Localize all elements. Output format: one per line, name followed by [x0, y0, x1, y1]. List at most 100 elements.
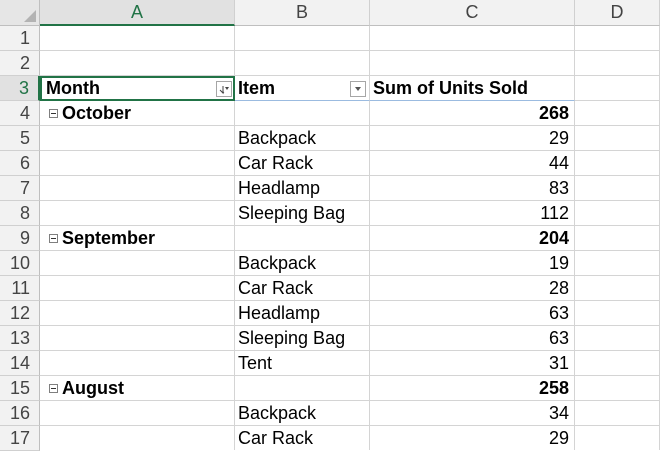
pivot-item-value[interactable]: 83 [370, 176, 575, 201]
pivot-header-month[interactable]: Month [40, 76, 235, 101]
pivot-item-label[interactable]: Car Rack [235, 151, 370, 176]
sheet-row-2 [40, 51, 660, 76]
cell[interactable] [40, 126, 235, 151]
cell[interactable] [40, 351, 235, 376]
cell[interactable] [40, 151, 235, 176]
row-header[interactable]: 8 [0, 201, 40, 226]
row-header[interactable]: 14 [0, 351, 40, 376]
column-header-d[interactable]: D [575, 0, 660, 26]
row-header[interactable]: 12 [0, 301, 40, 326]
pivot-item-row: Car Rack 44 [40, 151, 660, 176]
pivot-item-value[interactable]: 28 [370, 276, 575, 301]
cell[interactable] [575, 376, 660, 401]
pivot-item-value[interactable]: 34 [370, 401, 575, 426]
row-header[interactable]: 6 [0, 151, 40, 176]
row-header[interactable]: 11 [0, 276, 40, 301]
cell[interactable] [575, 126, 660, 151]
row-header[interactable]: 7 [0, 176, 40, 201]
row-header[interactable]: 13 [0, 326, 40, 351]
cell[interactable] [40, 426, 235, 450]
cell[interactable] [575, 101, 660, 126]
cell[interactable] [235, 101, 370, 126]
pivot-item-label[interactable]: Sleeping Bag [235, 326, 370, 351]
cell[interactable] [40, 201, 235, 226]
pivot-item-value[interactable]: 63 [370, 326, 575, 351]
filter-dropdown-icon[interactable] [350, 81, 366, 97]
pivot-item-label[interactable]: Backpack [235, 126, 370, 151]
cell[interactable] [235, 226, 370, 251]
pivot-item-label[interactable]: Backpack [235, 401, 370, 426]
pivot-item-value[interactable]: 112 [370, 201, 575, 226]
row-header[interactable]: 2 [0, 51, 40, 76]
pivot-item-label[interactable]: Tent [235, 351, 370, 376]
row-header[interactable]: 15 [0, 376, 40, 401]
pivot-item-value[interactable]: 31 [370, 351, 575, 376]
cell[interactable] [40, 26, 235, 51]
pivot-item-label[interactable]: Backpack [235, 251, 370, 276]
pivot-item-value[interactable]: 29 [370, 426, 575, 450]
pivot-header-sum[interactable]: Sum of Units Sold [370, 76, 575, 101]
pivot-group-label[interactable]: August [40, 376, 235, 401]
column-header-a[interactable]: A [40, 0, 235, 26]
cell[interactable] [575, 426, 660, 450]
row-header[interactable]: 9 [0, 226, 40, 251]
pivot-item-value[interactable]: 19 [370, 251, 575, 276]
row-header[interactable]: 10 [0, 251, 40, 276]
pivot-group-total[interactable]: 258 [370, 376, 575, 401]
cell[interactable] [575, 326, 660, 351]
cell[interactable] [40, 401, 235, 426]
pivot-item-value[interactable]: 63 [370, 301, 575, 326]
cell[interactable] [575, 351, 660, 376]
row-header[interactable]: 16 [0, 401, 40, 426]
pivot-group-label[interactable]: October [40, 101, 235, 126]
collapse-minus-icon[interactable] [49, 233, 58, 243]
column-header-c[interactable]: C [370, 0, 575, 26]
cell[interactable] [40, 326, 235, 351]
cell[interactable] [235, 376, 370, 401]
select-all-button[interactable] [0, 0, 40, 26]
cell[interactable] [575, 251, 660, 276]
cell[interactable] [235, 26, 370, 51]
collapse-minus-icon[interactable] [49, 383, 58, 393]
cell[interactable] [575, 301, 660, 326]
cell[interactable] [575, 226, 660, 251]
row-header[interactable]: 1 [0, 26, 40, 51]
pivot-item-label[interactable]: Headlamp [235, 301, 370, 326]
cell[interactable] [40, 301, 235, 326]
sort-filter-icon[interactable] [216, 81, 232, 97]
row-header[interactable]: 4 [0, 101, 40, 126]
pivot-header-item[interactable]: Item [235, 76, 370, 101]
cell[interactable] [40, 176, 235, 201]
cell[interactable] [575, 201, 660, 226]
pivot-group-total[interactable]: 268 [370, 101, 575, 126]
pivot-group-total[interactable]: 204 [370, 226, 575, 251]
collapse-minus-icon[interactable] [49, 108, 58, 118]
pivot-group-name: October [62, 103, 132, 123]
cell[interactable] [575, 26, 660, 51]
cell[interactable] [40, 51, 235, 76]
cell[interactable] [370, 26, 575, 51]
pivot-item-label[interactable]: Sleeping Bag [235, 201, 370, 226]
cell[interactable] [575, 151, 660, 176]
cell[interactable] [575, 176, 660, 201]
row-header[interactable]: 3 [0, 76, 40, 101]
cell[interactable] [370, 51, 575, 76]
cell[interactable] [575, 51, 660, 76]
pivot-item-label[interactable]: Headlamp [235, 176, 370, 201]
cell[interactable] [40, 276, 235, 301]
pivot-item-row: Headlamp 63 [40, 301, 660, 326]
cell[interactable] [235, 51, 370, 76]
cell[interactable] [575, 276, 660, 301]
cell[interactable] [575, 401, 660, 426]
row-header[interactable]: 17 [0, 426, 40, 451]
pivot-item-label[interactable]: Car Rack [235, 276, 370, 301]
column-header-b[interactable]: B [235, 0, 370, 26]
pivot-item-label[interactable]: Car Rack [235, 426, 370, 450]
row-header[interactable]: 5 [0, 126, 40, 151]
cell[interactable] [575, 76, 660, 101]
pivot-item-value[interactable]: 29 [370, 126, 575, 151]
pivot-item-value[interactable]: 44 [370, 151, 575, 176]
cell[interactable] [40, 251, 235, 276]
pivot-header-month-label: Month [46, 78, 100, 98]
pivot-group-label[interactable]: September [40, 226, 235, 251]
